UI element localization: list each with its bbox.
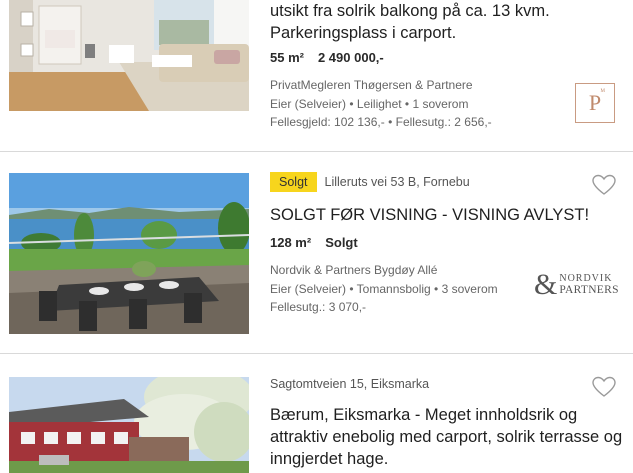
listing-price-row: 128 m² Solgt [270, 235, 358, 250]
listing-meta: Nordvik & Partners Bygdøy Allé Eier (Sel… [270, 261, 498, 317]
logo-word-nordvik: NORDVIK [559, 272, 613, 284]
listing-card-2[interactable]: Solgt Lilleruts vei 53 B, Fornebu SOLGT … [0, 152, 633, 352]
listing-address-line: Sagtomtveien 15, Eiksmarka [270, 377, 429, 391]
listing-price-row: 55 m² 2 490 000,- [270, 50, 384, 65]
heart-outline-icon[interactable] [592, 376, 616, 398]
listing-size: 55 m² [270, 50, 304, 65]
listing-address: Sagtomtveien 15, Eiksmarka [270, 377, 430, 391]
status-badge-sold: Solgt [270, 172, 317, 192]
listing-ownership: Eier (Selveier) • Tomannsbolig • 3 sover… [270, 281, 498, 296]
listing-fees: Fellesutg.: 3 070,- [270, 300, 367, 314]
listing-price: 2 490 000,- [317, 50, 384, 65]
listing-address: Lilleruts vei 53 B, Fornebu [324, 175, 470, 189]
listing-agency: PrivatMegleren Thøgersen & Partnere [270, 78, 473, 92]
listing-photo-terrace[interactable] [9, 173, 249, 334]
listing-ownership: Eier (Selveier) • Leilighet • 1 soverom [270, 96, 469, 111]
logo-ampersand: & [534, 268, 558, 301]
logo-word-partners: PARTNERS [559, 284, 619, 297]
listing-photo-living-room[interactable] [9, 0, 249, 111]
agency-logo-nordvik[interactable]: & NORDVIK PARTNERS [534, 268, 619, 302]
agency-logo-privatmegleren[interactable]: P M [575, 83, 615, 123]
listing-price: Solgt [325, 235, 358, 250]
heart-outline-icon[interactable] [592, 174, 616, 196]
listing-agency: Nordvik & Partners Bygdøy Allé [270, 263, 438, 277]
listing-heading[interactable]: Bærum, Eiksmarka - Meget innholdsrik og … [270, 404, 625, 470]
listing-heading[interactable]: utsikt fra solrik balkong på ca. 13 kvm.… [270, 0, 625, 44]
listing-card-1[interactable]: utsikt fra solrik balkong på ca. 13 kvm.… [0, 0, 633, 150]
listing-address-line: Solgt Lilleruts vei 53 B, Fornebu [270, 172, 470, 192]
listing-photo-house[interactable] [9, 377, 249, 473]
listing-size: 128 m² [270, 235, 312, 250]
logo-letter: P [588, 90, 602, 115]
logo-mark: M [600, 89, 605, 94]
listing-heading[interactable]: SOLGT FØR VISNING - VISNING AVLYST! [270, 204, 625, 226]
listing-card-3[interactable]: Sagtomtveien 15, Eiksmarka Bærum, Eiksma… [0, 354, 633, 473]
listing-fees: Fellesgjeld: 102 136,- • Fellesutg.: 2 6… [270, 115, 492, 129]
listing-meta: PrivatMegleren Thøgersen & Partnere Eier… [270, 76, 492, 132]
